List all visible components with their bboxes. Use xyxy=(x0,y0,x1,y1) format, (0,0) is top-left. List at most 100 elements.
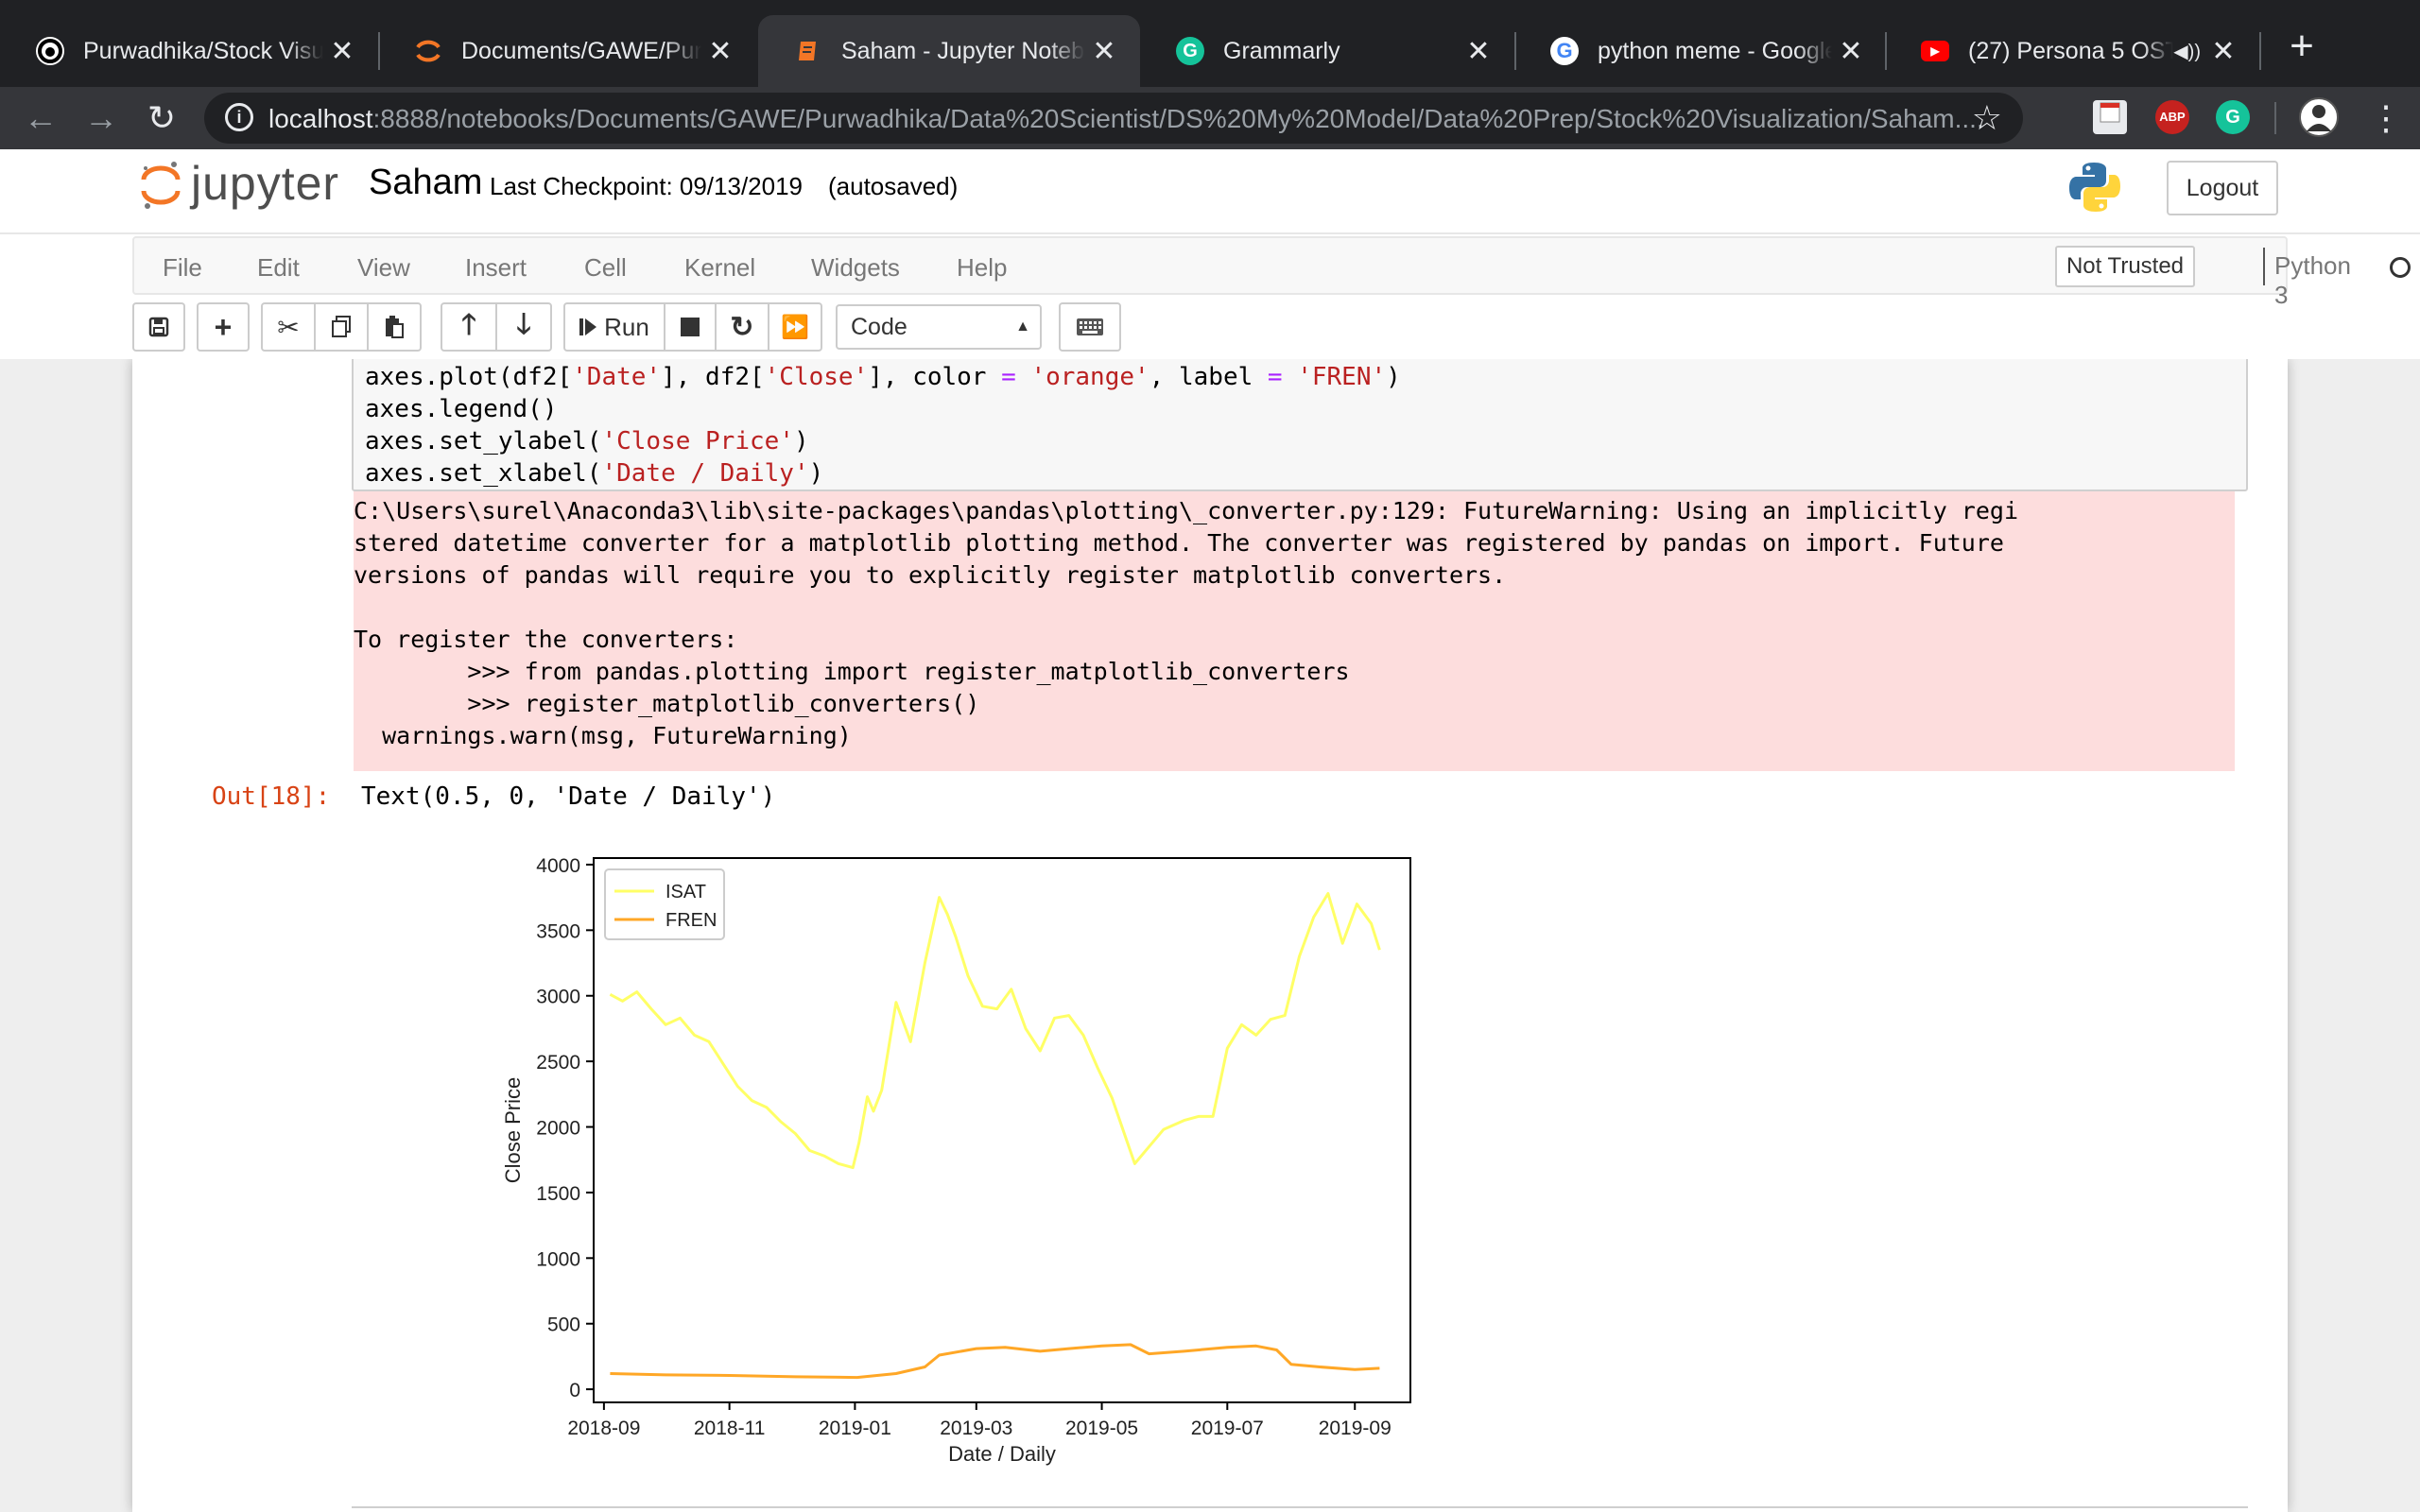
github-icon xyxy=(36,37,64,65)
stderr-line: C:\Users\surel\Anaconda3\lib\site-packag… xyxy=(354,497,2018,524)
code-token: 'FREN' xyxy=(1297,363,1387,391)
tab-title: Saham - Jupyter Notebook xyxy=(841,37,1085,64)
paste-button[interactable] xyxy=(367,302,422,352)
menu-file[interactable]: File xyxy=(163,253,202,283)
code-token: axes.set_ylabel( xyxy=(365,427,602,455)
kernel-name[interactable]: Python 3 xyxy=(2274,251,2351,310)
menu-edit[interactable]: Edit xyxy=(257,253,300,283)
stderr-output: C:\Users\surel\Anaconda3\lib\site-packag… xyxy=(354,491,2235,771)
logout-button[interactable]: Logout xyxy=(2167,161,2278,215)
code-line: axes.set_ylabel('Close Price') xyxy=(365,427,809,455)
reload-icon[interactable]: ↻ xyxy=(138,94,185,142)
tab-close-icon[interactable]: ✕ xyxy=(323,35,361,68)
step-forward-icon xyxy=(579,318,597,335)
jupyter-logo[interactable]: jupyter xyxy=(140,155,339,212)
code-token: , label xyxy=(1149,363,1268,391)
code-token: ], df2[ xyxy=(661,363,765,391)
y-tick-label: 1500 xyxy=(536,1183,580,1205)
bookmark-star-icon[interactable]: ☆ xyxy=(1972,98,2002,138)
move-up-button[interactable]: 🡑 xyxy=(441,302,497,352)
x-tick-label: 2018-11 xyxy=(694,1418,766,1439)
browser-tab[interactable]: G Grammarly ✕ xyxy=(1140,15,1514,87)
tab-close-icon[interactable]: ✕ xyxy=(701,35,739,68)
code-token: ) xyxy=(793,427,809,455)
cell-type-select[interactable]: Code▲▼ xyxy=(836,304,1042,376)
code-cell-input[interactable]: axes.plot(df2['Date'], df2['Close'], col… xyxy=(352,359,2248,491)
interrupt-kernel-button[interactable] xyxy=(664,302,717,352)
stderr-line: versions of pandas will require you to e… xyxy=(354,561,1507,589)
screen: Purwadhika/Stock Visualization ✕ Documen… xyxy=(0,0,2420,1512)
tab-title: Grammarly xyxy=(1223,37,1340,64)
save-button[interactable] xyxy=(132,302,185,352)
jupyter-icon xyxy=(414,37,442,65)
info-icon[interactable]: i xyxy=(225,103,253,131)
extension-page-icon[interactable] xyxy=(2093,100,2127,134)
copy-button[interactable] xyxy=(314,302,369,352)
move-down-button[interactable]: 🡓 xyxy=(495,302,552,352)
y-tick-label: 500 xyxy=(547,1314,580,1336)
browser-tab[interactable]: G python meme - Google Search ✕ xyxy=(1514,15,1887,87)
insert-cell-button[interactable]: + xyxy=(197,302,250,352)
code-token: axes.plot(df2[ xyxy=(365,363,573,391)
menubar: File Edit View Insert Cell Kernel Widget… xyxy=(132,236,2411,309)
run-label: Run xyxy=(604,312,649,341)
menu-insert[interactable]: Insert xyxy=(465,253,527,283)
save-icon xyxy=(148,317,169,337)
browser-tab[interactable]: Purwadhika/Stock Visualization ✕ xyxy=(0,15,378,87)
notebook-name[interactable]: Saham xyxy=(369,163,482,203)
adblock-icon[interactable]: ABP xyxy=(2155,100,2189,134)
jupyter-logo-icon xyxy=(141,162,181,209)
jupyter-header: jupyter Saham Last Checkpoint: 09/13/201… xyxy=(0,149,2420,232)
menu-kernel[interactable]: Kernel xyxy=(684,253,755,283)
tab-separator xyxy=(2259,32,2261,70)
x-axis-label: Date / Daily xyxy=(948,1442,1056,1466)
keyboard-icon xyxy=(1077,318,1103,335)
tab-close-icon[interactable]: ✕ xyxy=(2204,35,2242,68)
cut-button[interactable]: ✂ xyxy=(261,302,316,352)
y-tick-label: 3000 xyxy=(536,987,580,1008)
paste-icon xyxy=(386,316,404,338)
restart-kernel-button[interactable]: ↻ xyxy=(715,302,769,352)
legend-label: FREN xyxy=(666,910,717,931)
notebook-menubar-area: File Edit View Insert Cell Kernel Widget… xyxy=(0,232,2420,376)
not-trusted-button[interactable]: Not Trusted xyxy=(2055,246,2195,287)
menu-cell[interactable]: Cell xyxy=(584,253,627,283)
command-palette-button[interactable] xyxy=(1059,302,1121,352)
menu-help[interactable]: Help xyxy=(957,253,1007,283)
menu-view[interactable]: View xyxy=(357,253,410,283)
tab-close-icon[interactable]: ✕ xyxy=(1832,35,1870,68)
browser-tab[interactable]: Documents/GAWE/Purwadhika ✕ xyxy=(378,15,756,87)
browser-tab-active[interactable]: Saham - Jupyter Notebook ✕ xyxy=(758,15,1140,87)
menu-widgets[interactable]: Widgets xyxy=(811,253,900,283)
run-button[interactable]: Run xyxy=(563,302,666,352)
notebook-page: axes.plot(df2['Date'], df2['Close'], col… xyxy=(132,359,2288,1512)
avatar[interactable] xyxy=(2299,97,2339,137)
code-token: ) xyxy=(808,459,824,488)
browser-tab[interactable]: ▶ (27) Persona 5 OST - YouTube ◀)) ✕ xyxy=(1885,15,2259,87)
next-cell-edge xyxy=(352,1506,2248,1512)
back-arrow-icon[interactable]: ← xyxy=(17,94,64,142)
y-tick-label: 2500 xyxy=(536,1052,580,1074)
tab-close-icon[interactable]: ✕ xyxy=(1460,35,1497,68)
address-bar[interactable]: i localhost:8888/notebooks/Documents/GAW… xyxy=(204,93,2023,144)
new-tab-icon[interactable]: + xyxy=(2278,23,2325,70)
scissors-icon: ✂ xyxy=(277,312,300,342)
autosave-status: (autosaved) xyxy=(828,172,959,200)
y-tick-label: 0 xyxy=(569,1380,580,1401)
y-tick-label: 1000 xyxy=(536,1248,580,1270)
kernel-separator xyxy=(2263,248,2265,285)
speaker-icon[interactable]: ◀)) xyxy=(2173,40,2201,63)
stderr-line: >>> from pandas.plotting import register… xyxy=(354,658,1350,685)
fast-forward-icon: ⏩ xyxy=(781,314,809,340)
forward-arrow-icon[interactable]: → xyxy=(78,94,125,142)
chrome-menu-icon[interactable]: ⋮ xyxy=(2369,94,2403,142)
stderr-line: To register the converters: xyxy=(354,626,738,653)
tab-close-icon[interactable]: ✕ xyxy=(1085,35,1123,68)
kernel-idle-indicator-icon xyxy=(2390,257,2411,278)
arrow-up-icon: 🡑 xyxy=(461,308,476,340)
grammarly-extension-icon[interactable]: G xyxy=(2216,100,2250,134)
restart-run-all-button[interactable]: ⏩ xyxy=(768,302,822,352)
stderr-line: stered datetime converter for a matplotl… xyxy=(354,529,2004,557)
out-prompt: Out[18]: xyxy=(212,782,331,811)
code-token: = xyxy=(1267,363,1283,391)
